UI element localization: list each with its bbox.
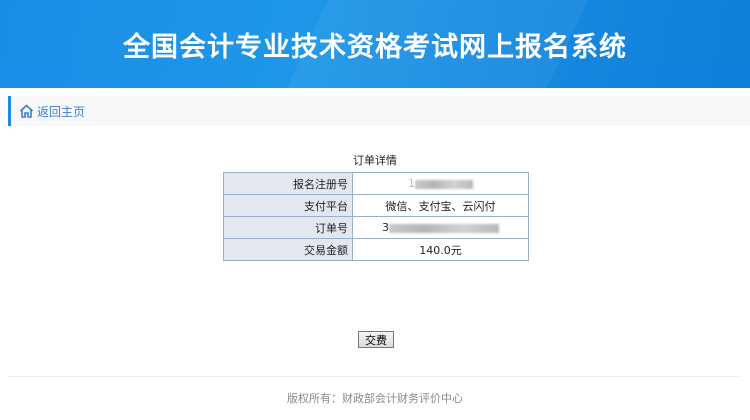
registration-number-value: 1 — [352, 172, 529, 195]
table-row: 订单号 3 — [223, 216, 529, 239]
table-row: 支付平台 微信、支付宝、云闪付 — [223, 194, 529, 217]
amount-value: 140.0元 — [352, 238, 529, 261]
header-banner: 全国会计专业技术资格考试网上报名系统 — [0, 0, 750, 88]
back-home-label: 返回主页 — [37, 104, 86, 119]
row-label: 交易金额 — [223, 238, 353, 261]
home-icon — [19, 104, 34, 118]
order-caption: 订单详情 — [353, 154, 397, 167]
order-number-value: 3 — [352, 216, 529, 239]
page-title: 全国会计专业技术资格考试网上报名系统 — [123, 31, 627, 63]
table-row: 交易金额 140.0元 — [223, 238, 529, 261]
order-details-table: 报名注册号 1 支付平台 微信、支付宝、云闪付 订单号 3 交易金额 140.0… — [223, 172, 529, 261]
table-row: 报名注册号 1 — [223, 172, 529, 195]
pay-button[interactable]: 交费 — [358, 331, 394, 348]
divider — [8, 376, 742, 377]
row-label: 支付平台 — [223, 194, 353, 217]
row-label: 订单号 — [223, 216, 353, 239]
row-label: 报名注册号 — [223, 172, 353, 195]
payment-platform-value: 微信、支付宝、云闪付 — [352, 194, 529, 217]
back-home-link[interactable]: 返回主页 — [8, 96, 750, 126]
copyright-footer: 版权所有：财政部会计财务评价中心 — [287, 392, 463, 405]
